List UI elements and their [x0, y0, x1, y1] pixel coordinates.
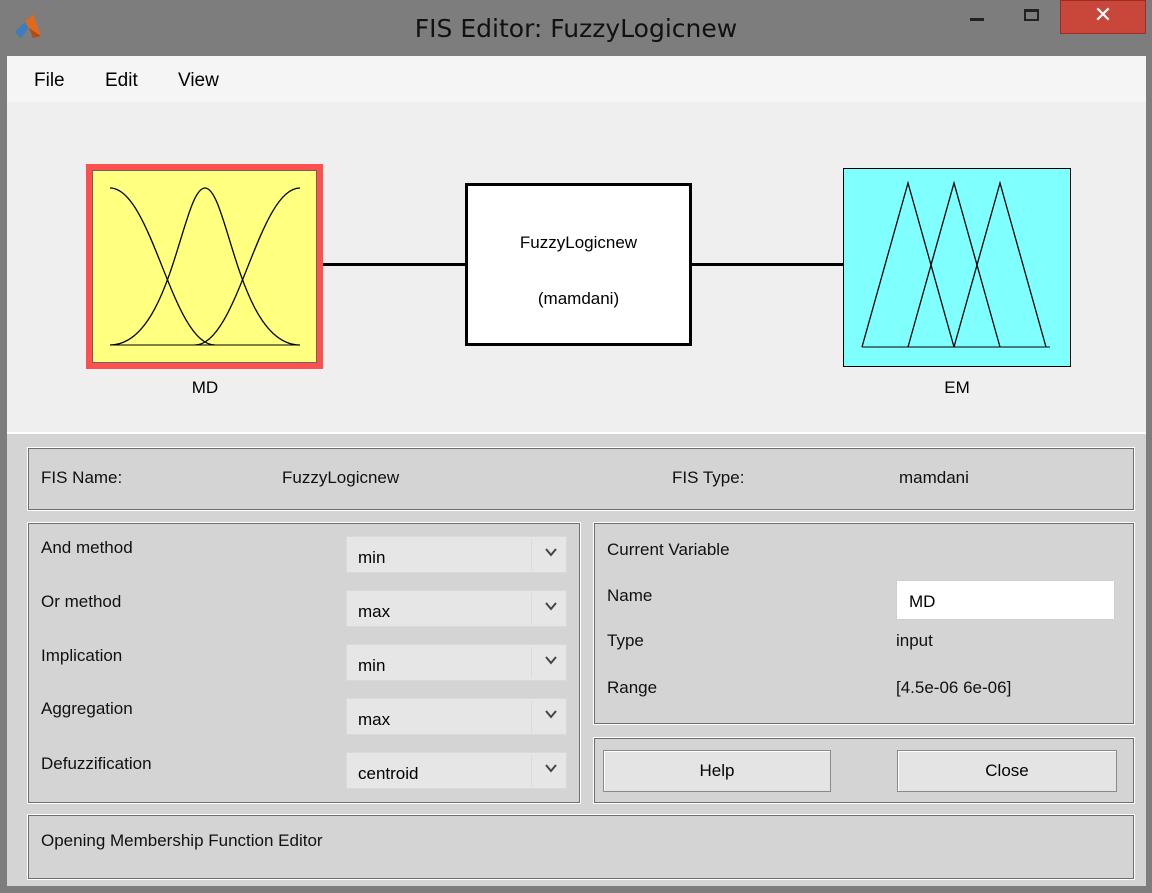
or-method-value: max — [358, 602, 391, 621]
chevron-down-icon — [545, 710, 557, 719]
select-divider — [531, 701, 532, 732]
status-text: Opening Membership Function Editor — [41, 831, 323, 850]
menu-edit[interactable]: Edit — [105, 70, 138, 92]
variable-range-label: Range — [607, 678, 658, 697]
variable-type-label: Type — [607, 631, 644, 650]
chevron-down-icon — [545, 656, 557, 665]
connector-input-system — [323, 263, 465, 266]
variable-name-input[interactable]: MD — [896, 580, 1115, 620]
fis-type-label: FIS Type: — [672, 468, 745, 487]
close-icon: ✕ — [1093, 3, 1113, 28]
chevron-down-icon — [545, 602, 557, 611]
and-method-label: And method — [41, 538, 133, 557]
defuzzification-value: centroid — [358, 764, 419, 783]
fis-type-value: mamdani — [899, 468, 969, 487]
maximize-button[interactable] — [1004, 0, 1060, 34]
input-mf-plot — [109, 187, 301, 346]
output-mf-triangle-1 — [861, 180, 955, 348]
close-button[interactable]: Close — [897, 750, 1117, 792]
variable-name-input-value: MD — [909, 592, 936, 611]
title-bar[interactable]: FIS Editor: FuzzyLogicnew ✕ — [0, 0, 1152, 56]
defuzzification-select[interactable]: centroid — [346, 752, 567, 789]
or-method-label: Or method — [41, 592, 122, 611]
select-divider — [531, 539, 532, 570]
aggregation-label: Aggregation — [41, 699, 133, 718]
output-mf-triangle-3 — [953, 180, 1047, 348]
and-method-select[interactable]: min — [346, 536, 567, 573]
minimize-button[interactable] — [948, 0, 1004, 34]
current-variable-group: Current Variable Name Type input Range [… — [593, 522, 1135, 725]
help-button[interactable]: Help — [603, 750, 831, 792]
select-divider — [531, 755, 532, 786]
output-variable-label: EM — [944, 378, 970, 397]
chevron-down-icon — [545, 548, 557, 557]
buttons-group: Help Close — [593, 737, 1135, 804]
methods-group: And method min Or method max Implication… — [27, 522, 581, 804]
select-divider — [531, 647, 532, 678]
menu-file[interactable]: File — [34, 70, 65, 92]
aggregation-select[interactable]: max — [346, 698, 567, 735]
fis-name-value: FuzzyLogicnew — [282, 468, 400, 487]
implication-select[interactable]: min — [346, 644, 567, 681]
variable-range-value: [4.5e-06 6e-06] — [896, 678, 1012, 697]
output-mf-plot — [861, 180, 1050, 348]
menu-view[interactable]: View — [178, 70, 219, 92]
connector-system-output — [692, 263, 843, 266]
variable-name-label: Name — [607, 586, 653, 605]
menu-bar: File Edit View — [7, 56, 1146, 102]
aggregation-value: max — [358, 710, 391, 729]
status-group: Opening Membership Function Editor — [27, 814, 1135, 880]
fis-name-label: FIS Name: — [41, 468, 123, 487]
properties-panel: FIS Name: FuzzyLogicnew FIS Type: mamdan… — [7, 432, 1146, 886]
system-box[interactable]: FuzzyLogicnew (mamdani) — [465, 183, 692, 346]
variable-type-value: input — [896, 631, 933, 650]
input-variable-box[interactable] — [86, 164, 323, 369]
or-method-select[interactable]: max — [346, 590, 567, 627]
and-method-value: min — [358, 548, 386, 567]
system-type: (mamdani) — [537, 289, 620, 308]
fis-info-group: FIS Name: FuzzyLogicnew FIS Type: mamdan… — [27, 447, 1135, 511]
implication-label: Implication — [41, 646, 123, 665]
output-variable-box[interactable] — [843, 168, 1071, 367]
fis-diagram: MD FuzzyLogicnew (mamdani) EM — [7, 102, 1146, 432]
defuzzification-label: Defuzzification — [41, 754, 152, 773]
output-mf-triangle-2 — [907, 180, 1001, 348]
system-name: FuzzyLogicnew — [519, 233, 638, 252]
close-window-button[interactable]: ✕ — [1060, 0, 1146, 34]
implication-value: min — [358, 656, 386, 675]
client-area: MD FuzzyLogicnew (mamdani) EM FIS Name: … — [7, 102, 1146, 886]
input-variable-label: MD — [191, 378, 219, 397]
current-variable-heading: Current Variable — [607, 540, 730, 559]
maximize-icon — [1024, 9, 1039, 21]
chevron-down-icon — [545, 764, 557, 773]
select-divider — [531, 593, 532, 624]
fis-editor-window: FIS Editor: FuzzyLogicnew ✕ File Edit Vi… — [0, 0, 1152, 893]
input-mf-curve-1 — [109, 187, 216, 346]
input-mf-curve-3 — [194, 187, 301, 346]
input-mf-curve-2 — [109, 187, 301, 346]
minimize-icon — [970, 18, 984, 21]
